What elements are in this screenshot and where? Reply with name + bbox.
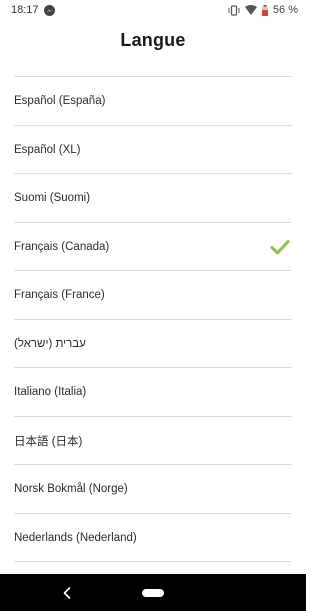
language-label: Suomi (Suomi) — [14, 192, 91, 205]
status-time: 18:17 — [11, 4, 39, 16]
language-list[interactable]: Español (España) Español (XL) Suomi (Suo… — [0, 60, 306, 574]
page-title: Langue — [120, 29, 186, 50]
header: Langue — [0, 20, 306, 60]
battery-percent: 56 % — [272, 4, 298, 16]
vibrate-icon — [228, 4, 240, 16]
language-label: עברית (ישראל) — [14, 337, 86, 350]
language-item[interactable]: Italiano (Italia) — [0, 368, 306, 417]
language-item[interactable]: Español (XL) — [0, 126, 306, 175]
status-bar: 18:17 56 % — [0, 0, 306, 20]
status-right: 56 % — [228, 4, 298, 16]
status-left: 18:17 — [11, 4, 55, 16]
language-item[interactable]: Français (France) — [0, 271, 306, 320]
language-item[interactable]: Nederlands (Nederland) — [0, 514, 306, 563]
language-item[interactable]: Norsk Bokmål (Norge) — [0, 465, 306, 514]
back-icon — [63, 586, 71, 599]
language-label: Español (XL) — [14, 143, 81, 156]
screen: 18:17 56 % Langue Español (España) Españ… — [0, 0, 306, 611]
home-icon[interactable] — [142, 588, 164, 597]
checkmark-icon — [270, 239, 290, 255]
language-label: Italiano (Italia) — [14, 386, 87, 399]
language-label: 日本語 (日本) — [14, 435, 83, 448]
language-label: Français (France) — [14, 289, 105, 302]
language-label: Nederlands (Nederland) — [14, 531, 137, 544]
wifi-icon — [244, 5, 257, 15]
language-label: Français (Canada) — [14, 240, 110, 253]
language-item[interactable]: עברית (ישראל) — [0, 320, 306, 369]
language-item[interactable]: 日本語 (日本) — [0, 417, 306, 466]
back-button[interactable] — [60, 586, 74, 600]
navigation-bar — [0, 574, 306, 611]
messenger-icon — [43, 4, 55, 16]
language-label: Norsk Bokmål (Norge) — [14, 483, 128, 496]
language-label: Español (España) — [14, 95, 106, 108]
language-item-selected[interactable]: Français (Canada) — [0, 223, 306, 272]
language-item-partial[interactable] — [0, 60, 306, 77]
battery-icon — [261, 4, 268, 16]
language-item[interactable]: Español (España) — [0, 77, 306, 126]
language-list-inner: Español (España) Español (XL) Suomi (Suo… — [0, 60, 306, 562]
language-item[interactable]: Suomi (Suomi) — [0, 174, 306, 223]
